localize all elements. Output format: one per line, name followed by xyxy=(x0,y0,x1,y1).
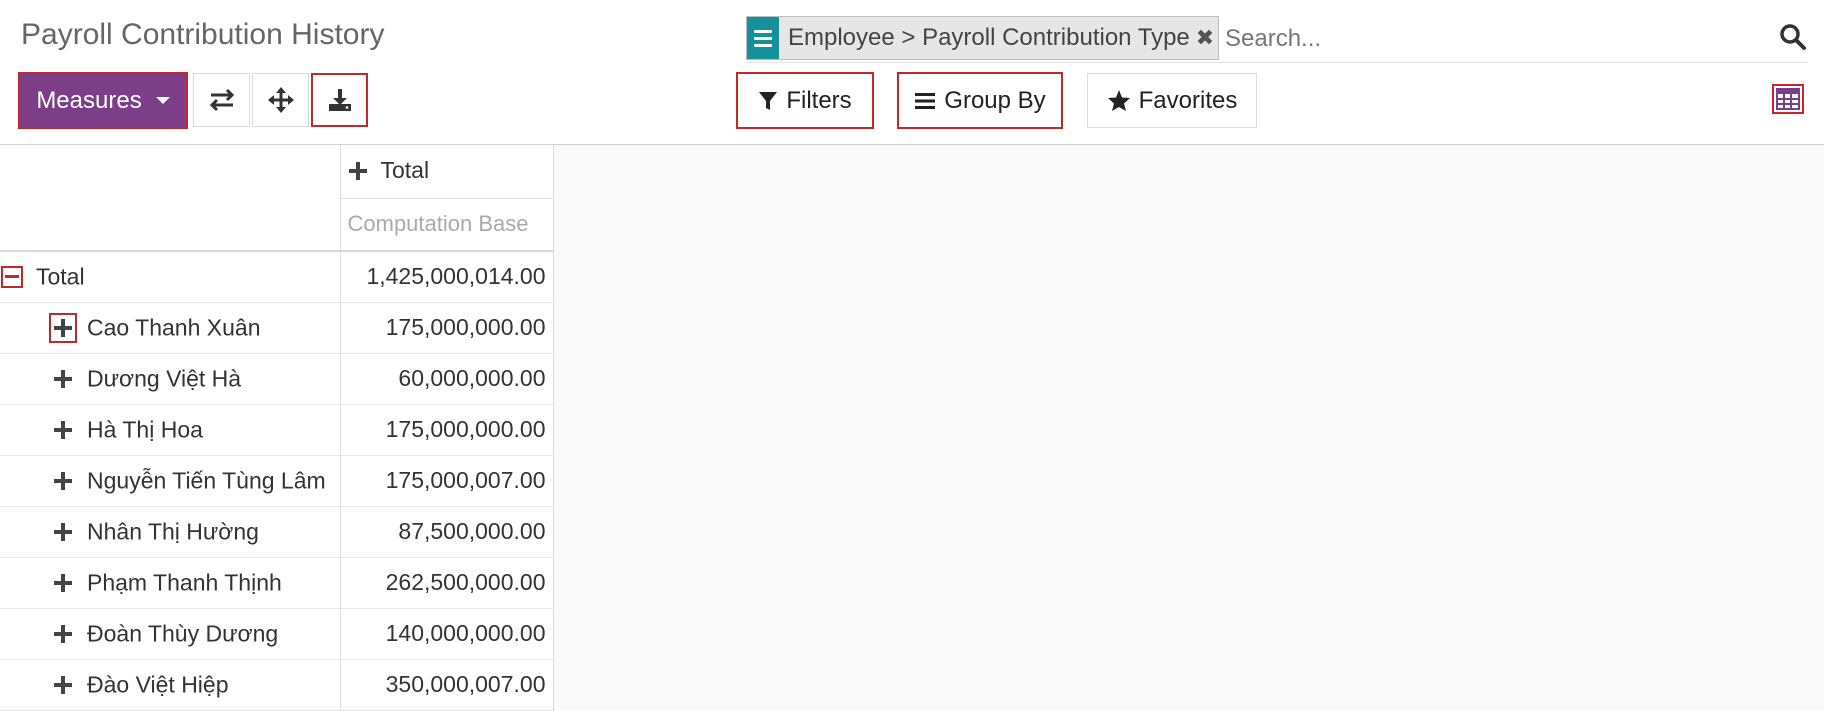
collapse-icon[interactable] xyxy=(1,265,23,288)
facet-close-icon[interactable]: ✖ xyxy=(1194,17,1218,59)
pivot-table: Total Computation Base Total 1,425,000,0… xyxy=(0,145,554,711)
row-header[interactable]: Cao Thanh Xuân xyxy=(0,302,341,354)
pivot-view-button[interactable] xyxy=(1772,84,1804,114)
pivot-corner-cell xyxy=(0,145,341,252)
expand-icon[interactable] xyxy=(52,623,74,645)
row-header[interactable]: Đào Việt Hiệp xyxy=(0,659,341,711)
row-label: Nhân Thị Hường xyxy=(87,518,259,544)
row-label: Cao Thanh Xuân xyxy=(87,314,261,340)
filter-icon xyxy=(759,91,778,110)
facet-label: Employee > Payroll Contribution Type xyxy=(788,24,1190,51)
row-label: Đào Việt Hiệp xyxy=(87,671,229,697)
row-label: Nguyễn Tiến Tùng Lâm xyxy=(87,467,326,493)
row-header-total[interactable]: Total xyxy=(0,251,341,303)
table-row: Nhân Thị Hường 87,500,000.00 xyxy=(0,506,554,558)
row-header[interactable]: Hà Thị Hoa xyxy=(0,404,341,456)
star-icon xyxy=(1107,90,1130,111)
measures-label: Measures xyxy=(36,86,142,114)
row-value[interactable]: 262,500,000.00 xyxy=(340,557,554,609)
expand-icon[interactable] xyxy=(52,674,74,696)
row-header[interactable]: Dương Việt Hà xyxy=(0,353,341,405)
expand-all-icon xyxy=(267,87,294,113)
search-facet: Employee > Payroll Contribution Type ✖ xyxy=(746,16,1220,60)
group-by-label: Group By xyxy=(944,86,1046,114)
measure-header[interactable]: Computation Base xyxy=(340,198,554,252)
group-by-button[interactable]: Group By xyxy=(897,72,1063,129)
row-value[interactable]: 175,000,007.00 xyxy=(340,455,554,507)
row-value[interactable]: 140,000,000.00 xyxy=(340,608,554,660)
row-value[interactable]: 175,000,000.00 xyxy=(340,302,554,354)
flip-axis-icon xyxy=(209,88,234,112)
expand-icon[interactable] xyxy=(52,368,74,390)
expand-icon xyxy=(348,161,367,180)
table-row: Hà Thị Hoa 175,000,000.00 xyxy=(0,404,554,456)
row-value[interactable]: 87,500,000.00 xyxy=(340,506,554,558)
row-header[interactable]: Phạm Thanh Thịnh xyxy=(0,557,341,609)
table-row: Đoàn Thùy Dương 140,000,000.00 xyxy=(0,608,554,660)
expand-icon[interactable] xyxy=(52,521,74,543)
download-button[interactable] xyxy=(311,73,368,127)
row-value[interactable]: 60,000,000.00 xyxy=(340,353,554,405)
expand-icon[interactable] xyxy=(52,419,74,441)
table-row: Đào Việt Hiệp 350,000,007.00 xyxy=(0,659,554,711)
search-icon[interactable] xyxy=(1778,22,1808,52)
row-header[interactable]: Nhân Thị Hường xyxy=(0,506,341,558)
search-bar: Employee > Payroll Contribution Type ✖ xyxy=(746,16,1808,63)
table-row-total: Total 1,425,000,014.00 xyxy=(0,251,554,303)
table-row: Phạm Thanh Thịnh 262,500,000.00 xyxy=(0,557,554,609)
expand-icon[interactable] xyxy=(52,572,74,594)
table-row: Nguyễn Tiến Tùng Lâm 175,000,007.00 xyxy=(0,455,554,507)
expand-icon[interactable] xyxy=(49,312,77,343)
page-title: Payroll Contribution History xyxy=(21,18,385,51)
row-label: Phạm Thanh Thịnh xyxy=(87,569,282,595)
row-label: Total xyxy=(36,263,85,290)
table-row: Dương Việt Hà 60,000,000.00 xyxy=(0,353,554,405)
expand-icon[interactable] xyxy=(52,470,74,492)
row-label: Dương Việt Hà xyxy=(87,365,242,391)
search-input[interactable] xyxy=(1223,20,1747,58)
group-by-icon xyxy=(915,92,936,109)
column-header-label: Total xyxy=(380,157,430,183)
caret-down-icon xyxy=(155,97,170,104)
row-header[interactable]: Đoàn Thùy Dương xyxy=(0,608,341,660)
column-header-total[interactable]: Total xyxy=(340,145,554,199)
row-value[interactable]: 175,000,000.00 xyxy=(340,404,554,456)
row-label: Hà Thị Hoa xyxy=(87,416,203,442)
row-value[interactable]: 350,000,007.00 xyxy=(340,659,554,711)
facet-list-icon xyxy=(747,17,779,59)
expand-all-button[interactable] xyxy=(252,73,309,127)
flip-axis-button[interactable] xyxy=(193,73,250,127)
measures-button[interactable]: Measures xyxy=(18,72,188,129)
favorites-label: Favorites xyxy=(1138,86,1238,114)
pivot-view-icon xyxy=(1776,88,1800,110)
favorites-button[interactable]: Favorites xyxy=(1087,73,1257,128)
row-label: Đoàn Thùy Dương xyxy=(87,620,279,646)
table-row: Cao Thanh Xuân 175,000,000.00 xyxy=(0,302,554,354)
filters-button[interactable]: Filters xyxy=(736,72,874,129)
row-value[interactable]: 1,425,000,014.00 xyxy=(340,251,554,303)
download-icon xyxy=(328,89,351,111)
filters-label: Filters xyxy=(786,86,852,114)
row-header[interactable]: Nguyễn Tiến Tùng Lâm xyxy=(0,455,341,507)
